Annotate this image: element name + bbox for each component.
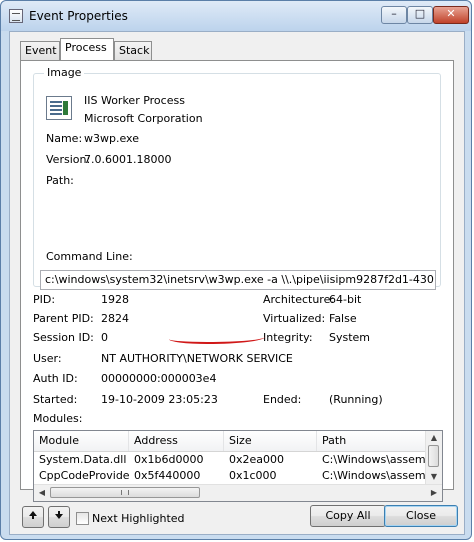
architecture-value: 64-bit (329, 293, 362, 306)
version-value: 7.0.6001.18000 (84, 153, 172, 166)
image-group-label: Image (44, 66, 85, 79)
maximize-button[interactable]: □ (407, 6, 433, 24)
process-tab-page: Image IIS Worker Process Microsoft Corpo… (20, 60, 454, 502)
session-id-value: 0 (101, 331, 108, 344)
next-highlighted-label[interactable]: Next Highlighted (92, 512, 185, 525)
auth-id-label: Auth ID: (33, 372, 78, 385)
scroll-down-icon[interactable]: ▼ (428, 471, 440, 483)
virtualized-value: False (329, 312, 357, 325)
company-name: Microsoft Corporation (84, 112, 203, 125)
process-name: w3wp.exe (84, 132, 139, 145)
integrity-label: Integrity: (263, 331, 313, 344)
event-properties-window: Event Properties – □ ✕ Event Process Sta… (0, 0, 472, 540)
close-window-button[interactable]: ✕ (433, 6, 469, 24)
next-highlighted-checkbox[interactable] (76, 512, 89, 525)
column-address[interactable]: Address (129, 431, 224, 451)
ended-label: Ended: (263, 393, 302, 406)
pid-value: 1928 (101, 293, 129, 306)
parent-pid-label: Parent PID: (33, 312, 94, 325)
table-row[interactable]: CppCodeProvide... 0x5f440000 0x1c000 C:\… (34, 468, 428, 484)
module-path-cell: C:\Windows\assembly\ (322, 453, 428, 466)
module-path-cell: C:\Windows\assembly\ (322, 469, 428, 482)
application-window-icon (46, 96, 72, 120)
close-button[interactable]: Close (384, 505, 458, 527)
module-address-cell: 0x5f440000 (134, 469, 201, 482)
arrow-up-icon[interactable] (22, 506, 44, 528)
vertical-scroll-thumb[interactable] (428, 445, 439, 467)
dialog-client-area: Event Process Stack Image IIS Worker Pro… (9, 31, 465, 535)
session-id-label: Session ID: (33, 331, 94, 344)
scroll-right-icon[interactable]: ▶ (428, 487, 440, 499)
path-label: Path: (46, 174, 74, 187)
tab-stack[interactable]: Stack (114, 41, 152, 60)
modules-label: Modules: (33, 412, 83, 425)
image-group: Image IIS Worker Process Microsoft Corpo… (33, 66, 441, 290)
copy-all-button[interactable]: Copy All (310, 505, 386, 527)
horizontal-scroll-thumb[interactable] (50, 487, 200, 498)
architecture-label: Architecture: (263, 293, 335, 306)
module-name-cell: System.Data.dll (39, 453, 127, 466)
module-address-cell: 0x1b6d0000 (134, 453, 204, 466)
ended-value: (Running) (329, 393, 383, 406)
column-module[interactable]: Module (34, 431, 129, 451)
scroll-left-icon[interactable]: ◀ (36, 487, 48, 499)
minimize-button[interactable]: – (381, 6, 407, 24)
name-label: Name: (46, 132, 83, 145)
virtualized-label: Virtualized: (263, 312, 326, 325)
parent-pid-value: 2824 (101, 312, 129, 325)
modules-list[interactable]: Module Address Size Path System.Data.dll… (33, 430, 443, 502)
arrow-down-icon[interactable] (48, 506, 70, 528)
command-line-label: Command Line: (46, 250, 133, 263)
integrity-value: System (329, 331, 371, 344)
user-label: User: (33, 352, 62, 365)
auth-id-value: 00000000:000003e4 (101, 372, 217, 385)
title-bar[interactable]: Event Properties – □ ✕ (1, 1, 471, 31)
module-name-cell: CppCodeProvide... (39, 469, 129, 482)
user-value: NT AUTHORITY\NETWORK SERVICE (101, 352, 293, 365)
tab-event[interactable]: Event (20, 41, 60, 60)
tab-process[interactable]: Process (60, 38, 114, 60)
column-size[interactable]: Size (224, 431, 317, 451)
module-size-cell: 0x1c000 (229, 469, 277, 482)
vertical-scrollbar[interactable]: ▲ ▼ (425, 431, 442, 485)
window-title: Event Properties (29, 9, 128, 23)
horizontal-scrollbar[interactable]: ◀ ▶ (34, 484, 442, 501)
table-row[interactable]: System.Data.dll 0x1b6d0000 0x2ea000 C:\W… (34, 452, 428, 468)
pid-label: PID: (33, 293, 56, 306)
modules-list-header: Module Address Size Path (34, 431, 428, 452)
process-description: IIS Worker Process (84, 94, 185, 107)
scroll-up-icon[interactable]: ▲ (428, 432, 440, 444)
module-size-cell: 0x2ea000 (229, 453, 285, 466)
window-icon (9, 9, 23, 23)
started-value: 19-10-2009 23:05:23 (101, 393, 218, 406)
command-line-field[interactable]: c:\windows\system32\inetsrv\w3wp.exe -a … (40, 270, 436, 290)
column-path[interactable]: Path (317, 431, 428, 451)
started-label: Started: (33, 393, 78, 406)
